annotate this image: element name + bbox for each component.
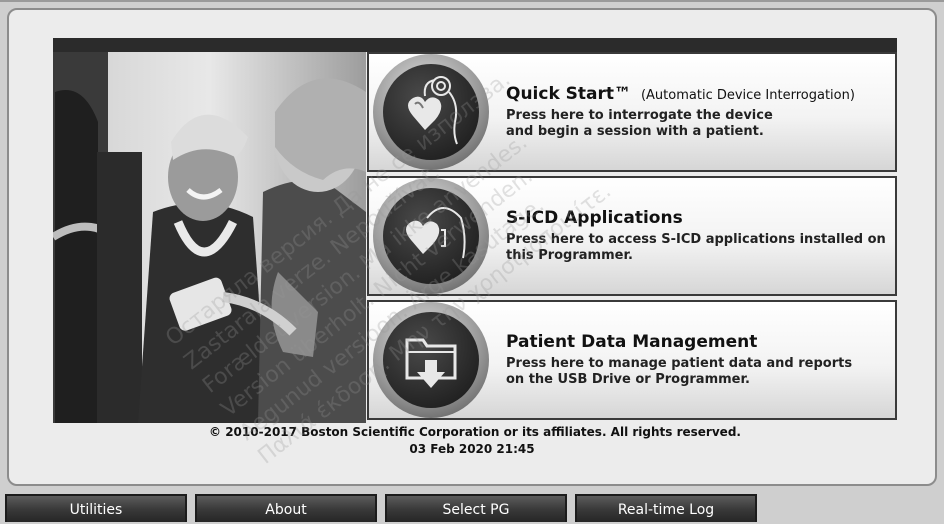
about-button[interactable]: About: [195, 494, 377, 522]
sicd-description: Press here to access S-ICD applications …: [506, 232, 891, 264]
sicd-desc-line-2: this Programmer.: [506, 248, 633, 263]
top-edge-line: [0, 0, 944, 2]
sicd-desc-line-1: Press here to access S-ICD applications …: [506, 232, 886, 247]
footer-info: © 2010-2017 Boston Scientific Corporatio…: [0, 424, 944, 458]
quick-start-desc-line-1: Press here to interrogate the device: [506, 108, 773, 123]
patient-data-title: Patient Data Management: [506, 332, 757, 352]
clinicians-photo: [53, 52, 366, 423]
quick-start-button[interactable]: Quick Start™ (Automatic Device Interroga…: [367, 52, 897, 172]
copyright-text: © 2010-2017 Boston Scientific Corporatio…: [209, 425, 741, 439]
quick-start-disc: [373, 54, 489, 170]
sicd-title-text: S-ICD Applications: [506, 208, 683, 228]
quick-start-description: Press here to interrogate the device and…: [506, 108, 891, 140]
folder-download-icon: [405, 338, 457, 388]
quick-start-title: Quick Start™ (Automatic Device Interroga…: [506, 84, 855, 104]
patient-data-desc-line-2: on the USB Drive or Programmer.: [506, 372, 750, 387]
patient-data-title-text: Patient Data Management: [506, 332, 758, 352]
patient-data-description: Press here to manage patient data and re…: [506, 356, 891, 388]
sicd-applications-button[interactable]: S-ICD Applications Press here to access …: [367, 176, 897, 296]
patient-data-desc-line-1: Press here to manage patient data and re…: [506, 356, 853, 371]
select-pg-button[interactable]: Select PG: [385, 494, 567, 522]
quick-start-desc-line-2: and begin a session with a patient.: [506, 124, 764, 139]
patient-data-disc: [373, 302, 489, 418]
date-time: 03 Feb 2020 21:45: [409, 442, 535, 456]
clinicians-photo-graphic: [53, 52, 366, 423]
quick-start-title-text: Quick Start™: [506, 84, 632, 104]
sicd-disc: [373, 178, 489, 294]
header-bar: [53, 38, 897, 52]
utilities-button[interactable]: Utilities: [5, 494, 187, 522]
patient-data-management-button[interactable]: Patient Data Management Press here to ma…: [367, 300, 897, 420]
quick-start-subtitle: (Automatic Device Interrogation): [640, 88, 855, 103]
sicd-title: S-ICD Applications: [506, 208, 683, 228]
heart-device-lead-icon: [408, 76, 458, 145]
bottom-toolbar: Utilities About Select PG Real-time Log: [0, 490, 944, 522]
real-time-log-button[interactable]: Real-time Log: [575, 494, 757, 522]
heart-sicd-icon: [406, 207, 466, 259]
